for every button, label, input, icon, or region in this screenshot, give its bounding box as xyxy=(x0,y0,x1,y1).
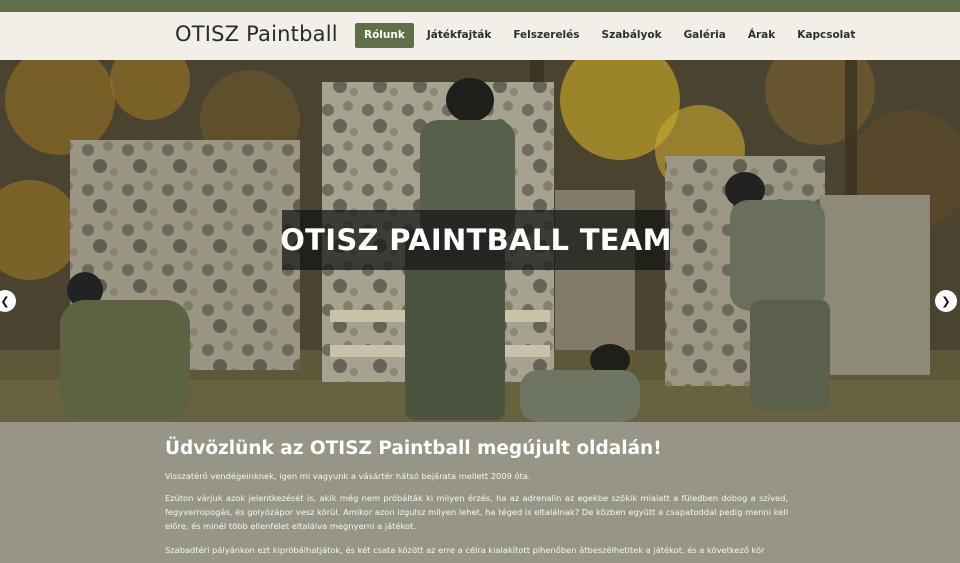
welcome-heading: Üdvözlünk az OTISZ Paintball megújult ol… xyxy=(165,438,662,459)
nav-item-arak[interactable]: Árak xyxy=(739,23,784,48)
site-logo-text[interactable]: OTISZ Paintball xyxy=(175,22,338,46)
intro-paragraph-2: Ezúton várjuk azok jelentkezését is, aki… xyxy=(165,493,788,531)
nav-item-jatekfajtak[interactable]: Játékfajták xyxy=(418,23,500,48)
nav-item-szabalyok[interactable]: Szabályok xyxy=(593,23,671,48)
hero-slider: OTISZ PAINTBALL TEAM ❮ ❯ xyxy=(0,60,960,422)
top-accent-bar xyxy=(0,0,960,12)
slider-next-button[interactable]: ❯ xyxy=(935,290,957,312)
hero-title-box: OTISZ PAINTBALL TEAM xyxy=(280,210,672,270)
hero-title: OTISZ PAINTBALL TEAM xyxy=(280,223,672,257)
chevron-left-icon: ❮ xyxy=(0,294,10,308)
nav-item-felszereles[interactable]: Felszerelés xyxy=(504,23,588,48)
intro-paragraph-1: Visszatérő vendégeinknek, igen mi vagyun… xyxy=(165,471,531,481)
main-nav: Rólunk Játékfajták Felszerelés Szabályok… xyxy=(355,23,868,48)
nav-item-galeria[interactable]: Galéria xyxy=(675,23,735,48)
site-header: OTISZ Paintball Rólunk Játékfajták Felsz… xyxy=(0,12,960,60)
intro-section: Üdvözlünk az OTISZ Paintball megújult ol… xyxy=(0,422,960,563)
intro-paragraph-3: Szabadtéri pályánkon ezt kipróbálhatjáto… xyxy=(165,545,765,555)
nav-item-rolunk[interactable]: Rólunk xyxy=(355,23,414,48)
nav-item-kapcsolat[interactable]: Kapcsolat xyxy=(788,23,864,48)
chevron-right-icon: ❯ xyxy=(941,294,951,308)
